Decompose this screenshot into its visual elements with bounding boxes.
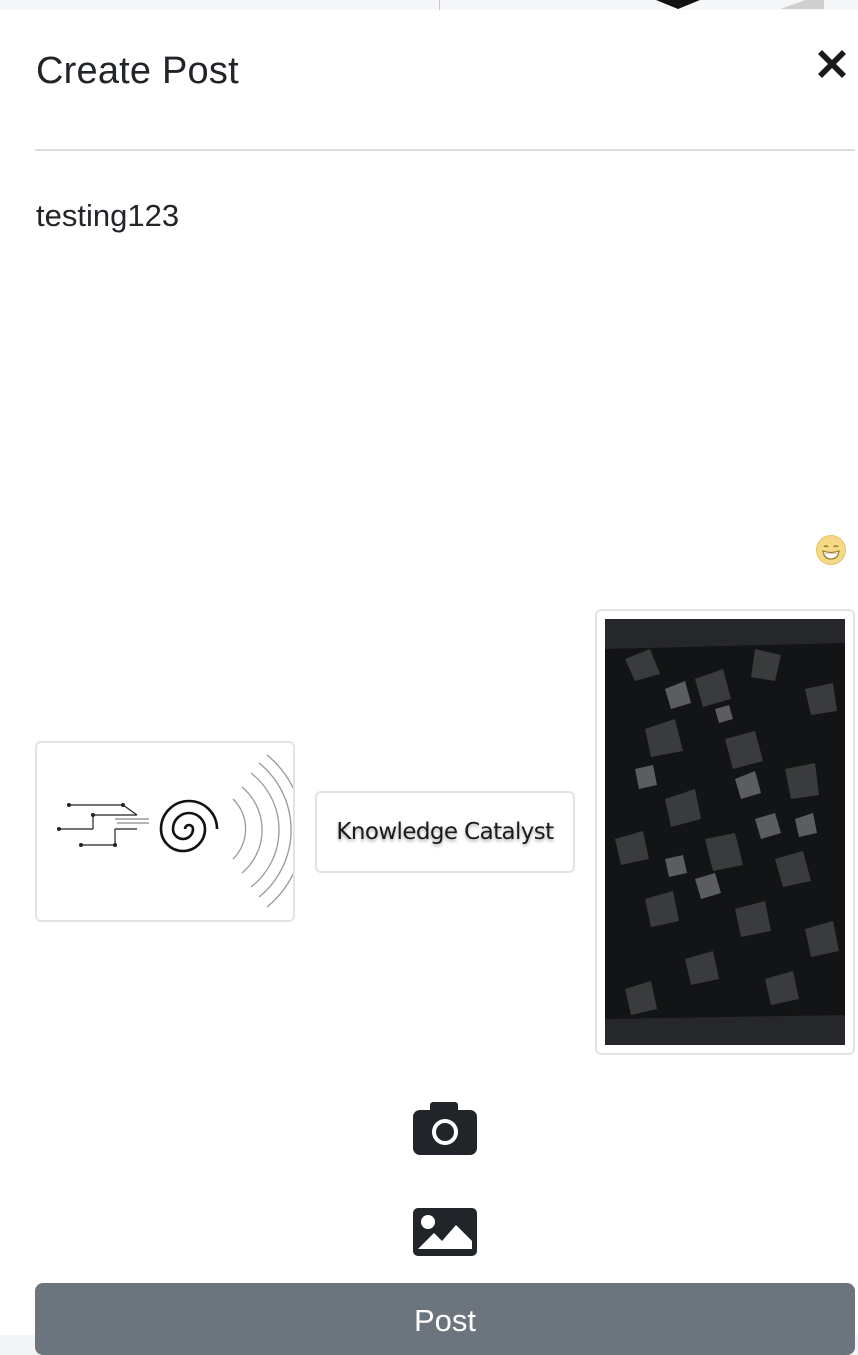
modal-title: Create Post [36, 50, 239, 92]
grinning-face-emoji-icon [816, 535, 846, 565]
page-backdrop [0, 0, 858, 10]
emoji-button[interactable] [815, 534, 847, 566]
attachment-thumbnail-1[interactable] [35, 741, 304, 922]
attachment-thumbnail-3[interactable] [595, 609, 855, 1055]
attachment-thumbnail-2[interactable]: Knowledge Catalyst [315, 791, 575, 873]
create-post-modal: Create Post testing123 Knowledge Catalys… [0, 10, 858, 1355]
knowledge-catalyst-logo-text: Knowledge Catalyst [336, 819, 554, 845]
header-divider [35, 149, 855, 151]
close-x-icon [818, 50, 846, 78]
backdrop-divider [439, 0, 440, 10]
image-icon [413, 1208, 477, 1256]
camera-icon [413, 1102, 477, 1155]
spiral-circuit-logo [57, 754, 304, 908]
camera-button[interactable] [412, 1098, 478, 1156]
backdrop-shape-secondary [760, 0, 824, 9]
image-upload-button[interactable] [412, 1207, 478, 1257]
dark-rocks-photo [605, 619, 845, 1045]
post-button[interactable]: Post [35, 1283, 855, 1355]
close-button[interactable] [812, 44, 852, 84]
post-text-input[interactable]: testing123 [36, 198, 796, 528]
backdrop-shape [656, 0, 700, 9]
